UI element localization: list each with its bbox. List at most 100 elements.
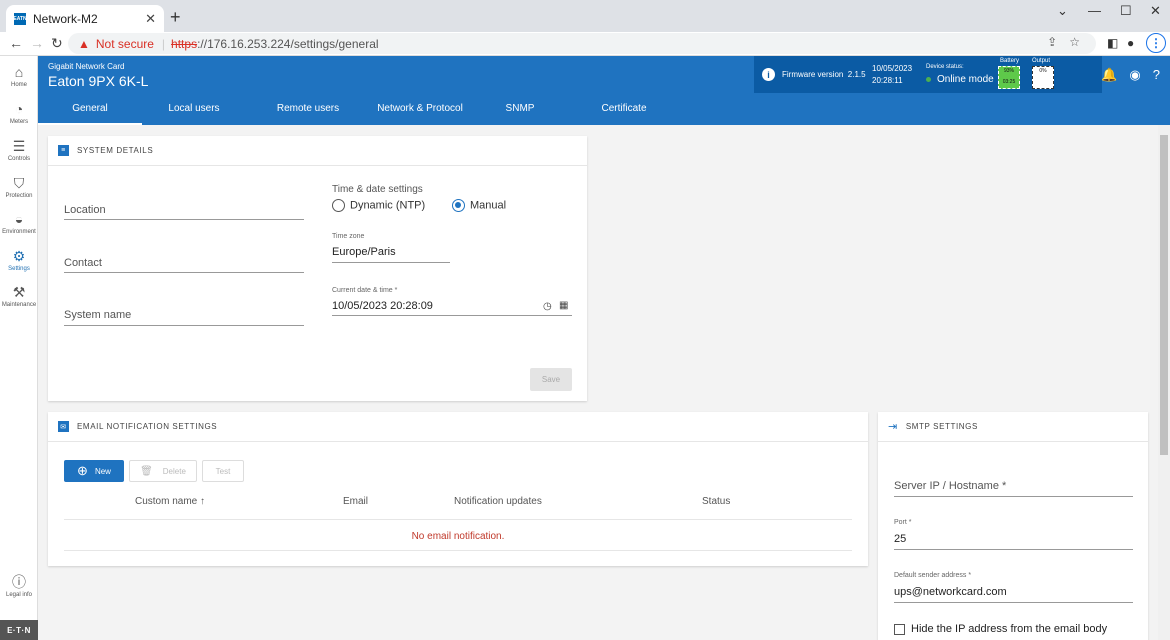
close-icon[interactable]: ✕ bbox=[145, 11, 156, 27]
sidebar-item-label: Controls bbox=[7, 156, 31, 162]
sidebar-item-settings[interactable]: ⚙ Settings bbox=[0, 242, 38, 278]
forward-icon[interactable]: → bbox=[30, 35, 44, 51]
contact-input[interactable] bbox=[64, 272, 304, 273]
datetime-underline bbox=[332, 315, 572, 316]
location-input[interactable] bbox=[64, 219, 304, 220]
column-notification-updates[interactable]: Notification updates bbox=[454, 496, 542, 507]
contact-label: Contact bbox=[64, 257, 102, 269]
scrollbar-thumb[interactable] bbox=[1160, 135, 1168, 455]
server-input[interactable] bbox=[894, 496, 1133, 497]
system-name-label: System name bbox=[64, 309, 132, 321]
tab-network-protocol[interactable]: Network & Protocol bbox=[360, 93, 480, 125]
online-dot-icon bbox=[926, 77, 931, 82]
timezone-label: Time zone bbox=[332, 233, 365, 240]
status-time: 20:28:11 bbox=[872, 76, 903, 85]
browser-tab[interactable]: EATN Network-M2 ✕ bbox=[6, 5, 164, 32]
column-email[interactable]: Email bbox=[343, 496, 368, 507]
timezone-value[interactable]: Europe/Paris bbox=[332, 246, 396, 258]
clipboard-icon: ≡ bbox=[58, 145, 69, 156]
profile-icon[interactable]: ● bbox=[1127, 36, 1134, 50]
radio-manual[interactable]: Manual bbox=[452, 199, 506, 212]
card-title: EMAIL NOTIFICATION SETTINGS bbox=[77, 422, 218, 431]
card-header: ✉ EMAIL NOTIFICATION SETTINGS bbox=[48, 412, 868, 442]
tab-certificate[interactable]: Certificate bbox=[584, 93, 664, 125]
help-icon[interactable]: ? bbox=[1153, 67, 1160, 83]
sidebar-item-controls[interactable]: ☰ Controls bbox=[0, 132, 38, 168]
window-close-icon[interactable]: ✕ bbox=[1150, 3, 1161, 19]
minimize-icon[interactable]: — bbox=[1088, 3, 1101, 18]
new-tab-icon[interactable]: + bbox=[170, 7, 181, 28]
card-title: SYSTEM DETAILS bbox=[77, 146, 154, 155]
bookmark-star-icon[interactable]: ☆ bbox=[1069, 35, 1080, 49]
sidebar-item-home[interactable]: ⌂ Home bbox=[0, 58, 38, 94]
back-icon[interactable]: ← bbox=[9, 35, 23, 51]
battery-percent: 93% bbox=[1003, 68, 1014, 74]
url-field[interactable]: ▲ Not secure | https ://176.16.253.224/s… bbox=[68, 33, 1096, 54]
browser-tab-bar: EATN Network-M2 ✕ + ⌄ — ☐ ✕ bbox=[0, 0, 1170, 32]
checkbox-icon bbox=[894, 623, 905, 635]
location-label: Location bbox=[64, 204, 106, 216]
not-secure-label[interactable]: Not secure bbox=[96, 37, 154, 51]
side-panel-icon[interactable]: ◧ bbox=[1107, 36, 1118, 50]
browser-menu-icon[interactable]: ⋮ bbox=[1146, 33, 1166, 53]
output-label: Output bbox=[1032, 58, 1051, 64]
sidebar: ⌂ Home ◔ Meters ☰ Controls ⛉ Protection … bbox=[0, 56, 38, 640]
gear-icon: ⚙ bbox=[12, 248, 26, 264]
share-icon[interactable]: ⇪ bbox=[1047, 35, 1057, 49]
save-button[interactable]: Save bbox=[530, 368, 572, 391]
sidebar-item-protection[interactable]: ⛉ Protection bbox=[0, 169, 38, 205]
sender-value[interactable]: ups@networkcard.com bbox=[894, 586, 1007, 598]
delete-button[interactable]: 🗑 Delete bbox=[129, 460, 197, 482]
sidebar-item-label: Legal info bbox=[5, 592, 33, 598]
sliders-icon: ☰ bbox=[12, 138, 26, 154]
main-content: ≡ SYSTEM DETAILS Location Contact System… bbox=[38, 125, 1158, 640]
status-panel: i Firmware version 2.1.5 10/05/2023 20:2… bbox=[754, 56, 1102, 93]
tab-snmp[interactable]: SNMP bbox=[480, 93, 560, 125]
tab-title: Network-M2 bbox=[33, 11, 98, 26]
home-icon: ⌂ bbox=[14, 64, 24, 80]
timezone-underline bbox=[332, 262, 450, 263]
radio-dynamic[interactable]: Dynamic (NTP) bbox=[332, 199, 425, 212]
info-icon[interactable]: i bbox=[762, 68, 775, 81]
reload-icon[interactable]: ↻ bbox=[51, 35, 63, 52]
app-header: Gigabit Network Card Eaton 9PX 6K-L i Fi… bbox=[38, 56, 1170, 93]
hide-ip-checkbox[interactable]: Hide the IP address from the email body bbox=[894, 623, 1107, 635]
tab-general[interactable]: General bbox=[38, 93, 142, 125]
chevron-down-icon[interactable]: ⌄ bbox=[1057, 3, 1068, 19]
clock-icon[interactable]: ◷ bbox=[543, 301, 552, 312]
column-status[interactable]: Status bbox=[702, 496, 730, 507]
device-status-text: Online mode bbox=[937, 74, 994, 85]
calendar-icon[interactable]: ▦ bbox=[559, 300, 568, 311]
firmware-version: 2.1.5 bbox=[847, 70, 866, 79]
device-subtitle: Gigabit Network Card bbox=[48, 62, 125, 71]
delete-button-label: Delete bbox=[162, 466, 186, 476]
tab-remote-users[interactable]: Remote users bbox=[256, 93, 360, 125]
sidebar-item-environment[interactable]: ◒ Environment bbox=[0, 205, 38, 241]
test-button[interactable]: Test bbox=[202, 460, 244, 482]
alarm-bell-icon[interactable]: 🔔 bbox=[1101, 67, 1117, 83]
address-bar-row: ← → ↻ ▲ Not secure | https ://176.16.253… bbox=[0, 32, 1170, 56]
battery-label: Battery bbox=[1000, 58, 1020, 64]
table-divider bbox=[64, 519, 852, 520]
datetime-label: Current date & time * bbox=[332, 287, 398, 294]
firmware-label-text: Firmware version bbox=[782, 70, 844, 79]
settings-tabs: General Local users Remote users Network… bbox=[38, 93, 1170, 125]
user-account-icon[interactable]: ◉ bbox=[1129, 67, 1140, 83]
hide-ip-label: Hide the IP address from the email body bbox=[911, 623, 1108, 635]
column-custom-name[interactable]: Custom name ↑ bbox=[135, 496, 205, 507]
shield-icon: ⛉ bbox=[13, 175, 25, 191]
system-name-input[interactable] bbox=[64, 325, 304, 326]
page-scrollbar[interactable] bbox=[1158, 125, 1170, 640]
port-value[interactable]: 25 bbox=[894, 533, 906, 545]
new-button[interactable]: ⊕ New bbox=[64, 460, 124, 482]
sidebar-item-label: Home bbox=[10, 82, 27, 88]
radio-off-icon bbox=[332, 199, 345, 212]
sidebar-item-legal[interactable]: ⓘ Legal info bbox=[0, 568, 38, 604]
sidebar-item-maintenance[interactable]: ⚒ Maintenance bbox=[0, 278, 38, 314]
maximize-icon[interactable]: ☐ bbox=[1120, 3, 1132, 19]
battery-gauge[interactable]: 93% 03:25 bbox=[998, 66, 1020, 89]
output-gauge[interactable]: 0% bbox=[1032, 66, 1054, 89]
tab-local-users[interactable]: Local users bbox=[142, 93, 246, 125]
sidebar-item-meters[interactable]: ◔ Meters bbox=[0, 95, 38, 131]
datetime-value[interactable]: 10/05/2023 20:28:09 bbox=[332, 300, 433, 312]
